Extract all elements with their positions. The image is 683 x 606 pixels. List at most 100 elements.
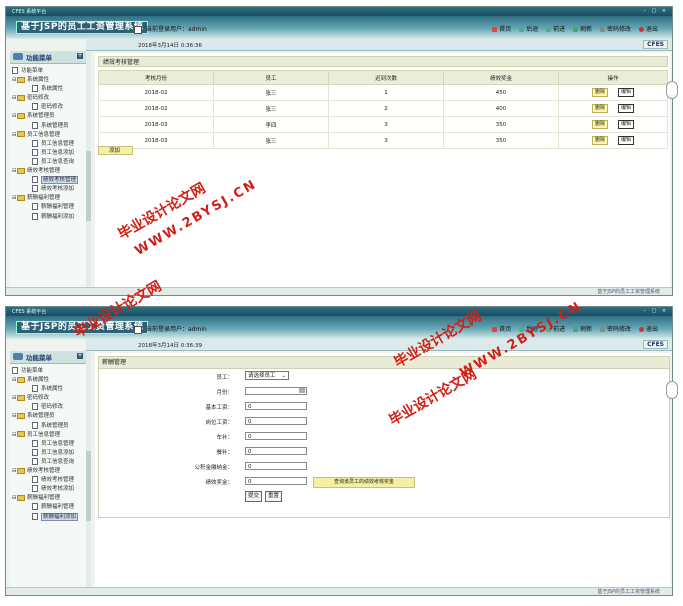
side-collapse-handle[interactable] (666, 81, 678, 99)
menu-group[interactable]: ⊟ 密码修改 (10, 394, 86, 403)
page-icon (32, 203, 38, 211)
menu-item[interactable]: 密码修改 (10, 403, 86, 412)
menu-item[interactable]: 密码修改 (10, 103, 86, 112)
page-icon (32, 212, 38, 220)
delete-button[interactable]: 删除 (591, 120, 608, 129)
menu-item[interactable]: 员工信息添加 (10, 448, 86, 458)
menu-item[interactable]: 员工信息添加 (10, 148, 86, 158)
bonus-input[interactable]: 0 (245, 477, 307, 485)
home-button[interactable]: 首页 (492, 326, 511, 333)
add-button[interactable]: 添加 (98, 146, 133, 155)
password-button[interactable]: 密码修改 (600, 26, 631, 33)
menu-item[interactable]: 绩效考核添加 (10, 485, 86, 494)
cell: 张三 (213, 100, 329, 117)
month-input[interactable] (245, 387, 307, 395)
scroll-thumb[interactable] (86, 151, 91, 221)
scroll-thumb[interactable] (86, 451, 91, 521)
menu-root[interactable]: 功能菜单 (10, 67, 86, 76)
col-header: 绩效奖金 (443, 70, 559, 85)
folder-icon (17, 112, 25, 119)
logout-button[interactable]: 退出 (638, 326, 658, 333)
password-button[interactable]: 密码修改 (600, 326, 631, 333)
edit-button[interactable]: 编辑 (618, 120, 635, 129)
window-controls[interactable]: – □ × (643, 8, 668, 14)
date-bar: 2018年3月14日 0:36:39 CFES (86, 339, 672, 351)
month-label: 月份： (216, 390, 233, 396)
menu-logo-icon (13, 353, 23, 360)
employee-select[interactable]: 请选择员工 ⌄ (245, 371, 289, 380)
edit-button[interactable]: 编辑 (618, 136, 635, 145)
car-allowance-label: 车补： (216, 435, 233, 441)
menu-item[interactable]: 绩效考核添加 (10, 185, 86, 194)
menu-group[interactable]: ⊟ 绩效考核管理 (10, 167, 86, 176)
menu-group[interactable]: ⊟ 薪酬福利管理 (10, 194, 86, 203)
menu-item-selected[interactable]: 薪酬福利添加 (10, 512, 86, 522)
menu-item[interactable]: 薪酬福利管理 (10, 203, 86, 212)
post-salary-input[interactable]: 0 (245, 417, 307, 425)
delete-button[interactable]: 删除 (591, 104, 608, 113)
date-text: 2018年3月14日 0:36:36 (138, 43, 202, 49)
folder-icon (17, 167, 25, 174)
query-bonus-button[interactable]: 查询该员工的绩效考核奖金 (313, 477, 415, 488)
housing-fund-input[interactable]: 0 (245, 462, 307, 470)
refresh-button[interactable]: 刷新 (573, 26, 592, 33)
menu-group[interactable]: ⊟ 员工信息管理 (10, 131, 86, 140)
edit-button[interactable]: 编辑 (618, 104, 635, 113)
cell: 350 (443, 132, 559, 149)
menu-item[interactable]: 系统管理员 (10, 421, 86, 431)
menu-group[interactable]: ⊟ 系统管理员 (10, 412, 86, 421)
menu-item-selected[interactable]: 绩效考核管理 (10, 176, 86, 185)
menu-root[interactable]: 功能菜单 (10, 367, 86, 376)
window-controls[interactable]: – □ × (643, 308, 668, 314)
menu-item[interactable]: 系统属性 (10, 385, 86, 394)
cell: 3 (328, 132, 444, 149)
reset-button[interactable]: 重置 (265, 491, 283, 502)
base-salary-input[interactable]: 0 (245, 402, 307, 410)
table-row: 2018-03 张三 3 350 删除 编辑 (98, 132, 668, 149)
expand-icon[interactable]: + (77, 53, 83, 59)
menu-group[interactable]: ⊟ 系统管理员 (10, 112, 86, 121)
back-button[interactable]: 后退 (519, 26, 538, 33)
folder-icon (17, 194, 25, 201)
meal-allowance-input[interactable]: 0 (245, 447, 307, 455)
logout-button[interactable]: 退出 (638, 26, 658, 33)
folder-icon (17, 494, 25, 501)
menu-group[interactable]: ⊟ 系统属性 (10, 76, 86, 85)
car-allowance-input[interactable]: 0 (245, 432, 307, 440)
home-button[interactable]: 首页 (492, 26, 511, 33)
menu-item[interactable]: 系统管理员 (10, 121, 86, 131)
menu-item[interactable]: 员工信息查询 (10, 157, 86, 167)
current-user: 当前登录用户：admin (134, 24, 207, 34)
menu-item[interactable]: 薪酬福利管理 (10, 503, 86, 512)
user-icon (134, 325, 142, 334)
calendar-icon[interactable] (299, 388, 305, 393)
menu-group[interactable]: ⊟ 薪酬福利管理 (10, 494, 86, 503)
edit-button[interactable]: 编辑 (618, 88, 635, 97)
refresh-button[interactable]: 刷新 (573, 326, 592, 333)
sidebar-scrollbar[interactable] (86, 351, 91, 589)
menu-group[interactable]: ⊟ 系统属性 (10, 376, 86, 385)
home-icon (492, 327, 498, 332)
menu-item[interactable]: 员工信息管理 (10, 139, 86, 149)
window-performance: CFES 系统平台 – □ × 基于JSP的员工工资管理系统 当前登录用户：ad… (5, 6, 678, 296)
forward-button[interactable]: 前进 (546, 26, 565, 33)
side-collapse-handle[interactable] (666, 381, 678, 399)
menu-item[interactable]: 员工信息查询 (10, 457, 86, 467)
menu-item[interactable]: 薪酬福利添加 (10, 212, 86, 222)
menu-group[interactable]: ⊟ 密码修改 (10, 94, 86, 103)
app-header: 基于JSP的员工工资管理系统 当前登录用户：admin 首页 后退 前进 刷新 … (6, 16, 672, 39)
sidebar-scrollbar[interactable] (86, 51, 91, 289)
folder-icon (17, 467, 25, 474)
menu-item[interactable]: 员工信息管理 (10, 439, 86, 449)
menu-group[interactable]: ⊟ 绩效考核管理 (10, 467, 86, 476)
expand-icon[interactable]: + (77, 353, 83, 359)
employee-label: 员工： (216, 375, 233, 381)
delete-button[interactable]: 删除 (591, 136, 608, 145)
form-row-employee: 员工： 请选择员工 ⌄ (99, 370, 669, 383)
submit-button[interactable]: 提交 (245, 491, 263, 502)
menu-group[interactable]: ⊟ 员工信息管理 (10, 431, 86, 440)
menu-item[interactable]: 系统属性 (10, 85, 86, 94)
menu-item[interactable]: 绩效考核管理 (10, 476, 86, 485)
sidebar-header: 功能菜单 FUNCTION MENU + (10, 51, 86, 64)
delete-button[interactable]: 删除 (591, 88, 608, 97)
